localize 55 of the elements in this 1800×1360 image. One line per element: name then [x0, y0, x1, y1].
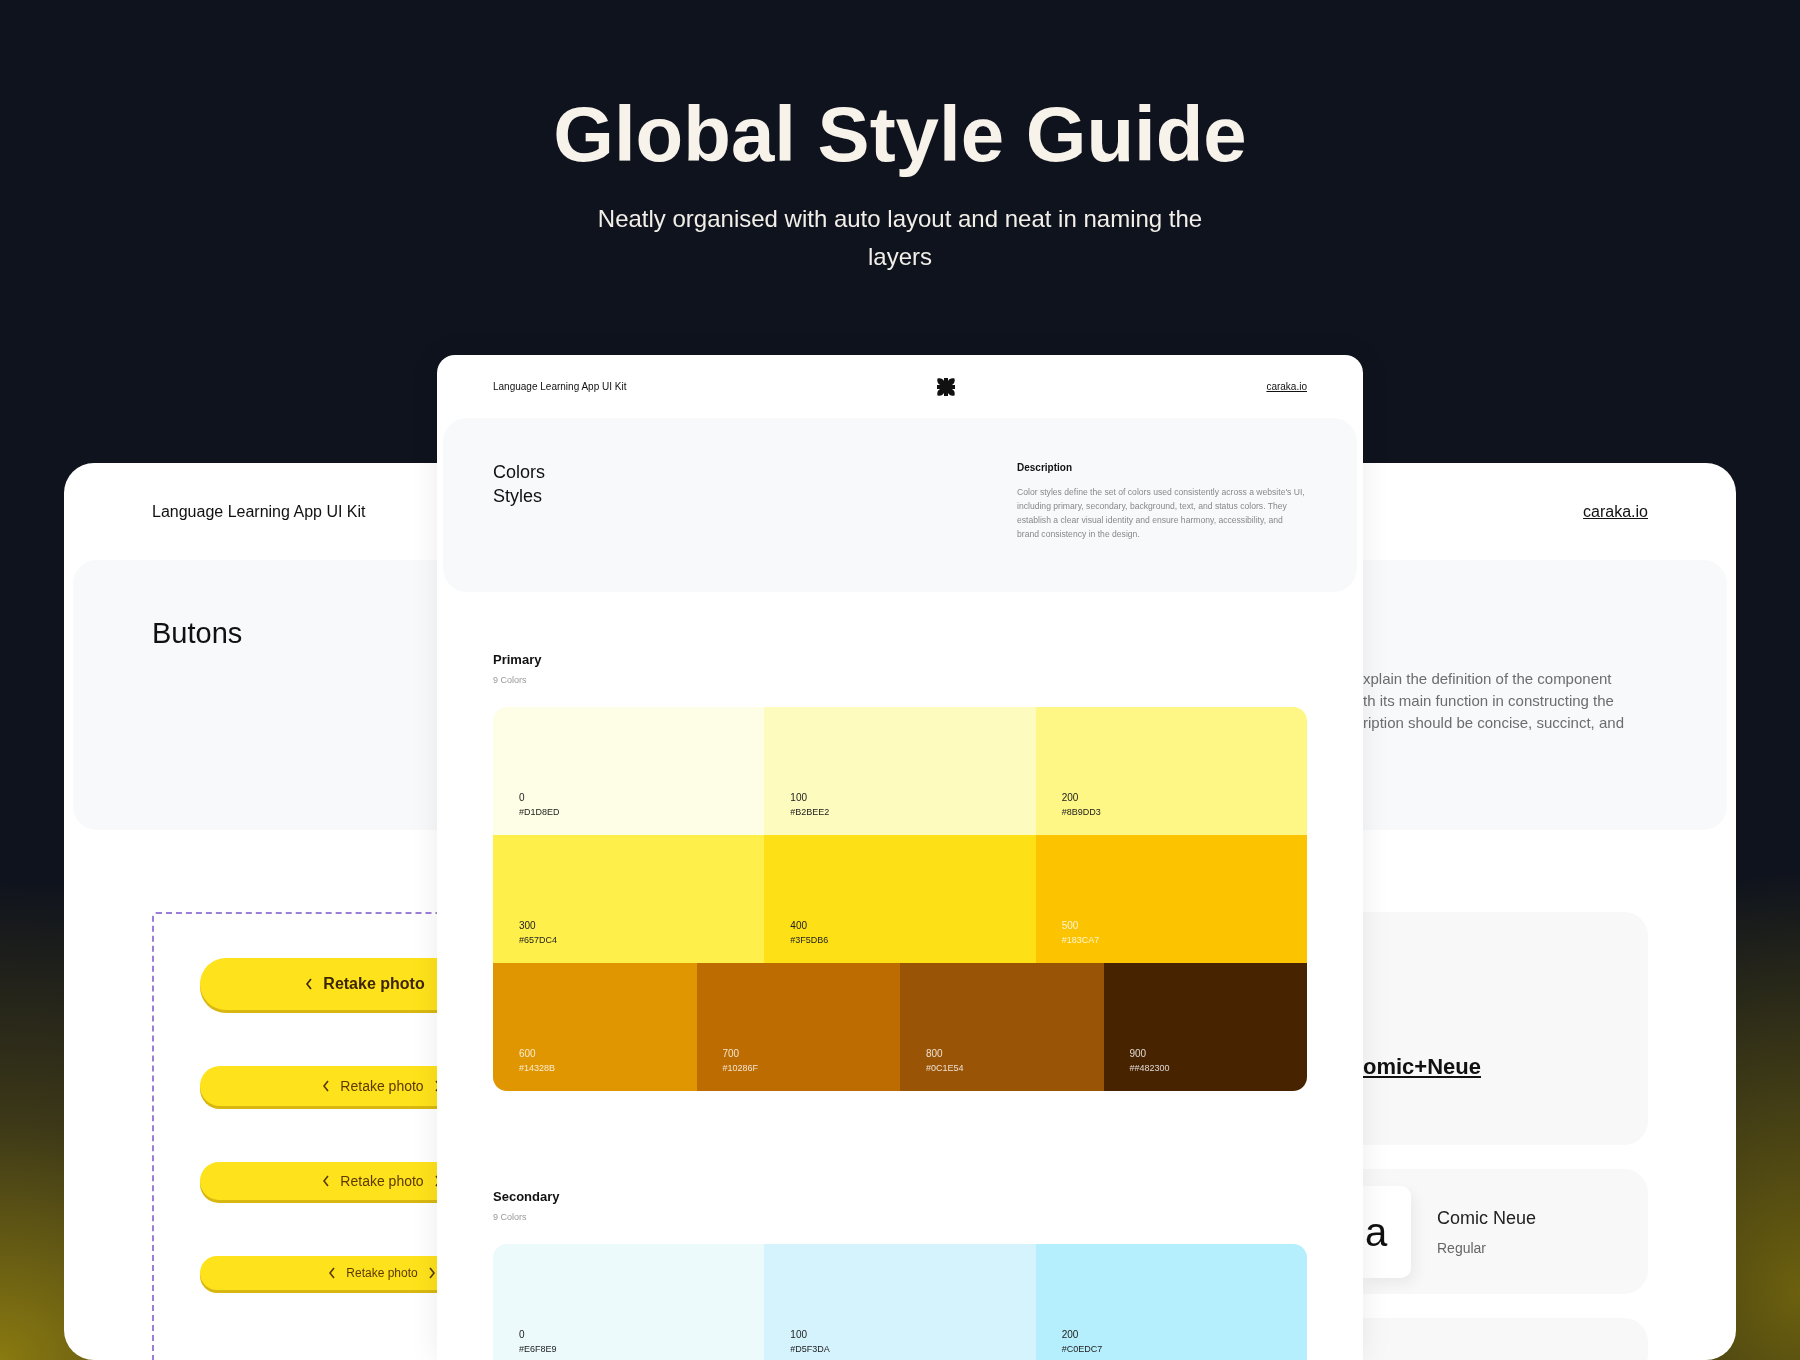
swatch-step: 300 [519, 919, 739, 933]
swatch-hex: ##482300 [1129, 1062, 1171, 1075]
description-heading: Description [1017, 461, 1073, 475]
font-link[interactable]: omic+Neue [1363, 1050, 1481, 1083]
palette-title: Secondary [493, 1188, 561, 1206]
retake-button[interactable]: Retake photo [200, 958, 437, 1010]
swatch-step: 100 [790, 1328, 1010, 1342]
description-line: ription should be concise, succinct, and [1363, 713, 1625, 733]
kit-name: Language Learning App UI Kit [493, 380, 627, 394]
swatch-hex: #10286F [722, 1062, 760, 1075]
swatch-step: 200 [1061, 1328, 1281, 1342]
site-link[interactable]: caraka.io [1583, 499, 1648, 524]
swatch-hex: #657DC4 [519, 934, 559, 947]
swatch-step: 400 [790, 919, 1010, 933]
swatch-step: 600 [519, 1047, 671, 1061]
swatch-hex: #D5F3DA [790, 1343, 831, 1356]
kit-name: Language Learning App UI Kit [152, 501, 366, 522]
swatch-hex: #E6F8E9 [519, 1343, 558, 1356]
swatch-step: 100 [790, 791, 1010, 805]
palette-title: Primary [493, 651, 543, 669]
swatch-step: 800 [926, 1047, 1078, 1061]
description-line: xplain the definition of the component [1363, 669, 1613, 689]
swatch-hex: #8B9DD3 [1061, 806, 1102, 819]
chevron-left-icon [322, 1175, 331, 1187]
description-text: Color styles define the set of colors used consistently across a website's UI, including primary, secondary, background, text, and status colors. They establish a clear visual identity and ensure harmony, accessibility, and brand consistency in the design. [1017, 486, 1306, 541]
site-link[interactable]: caraka.io [1266, 379, 1307, 394]
chevron-left-icon [305, 978, 314, 990]
retake-button[interactable]: Retake photo [200, 1066, 437, 1106]
retake-button[interactable]: Retake photo [200, 1162, 437, 1200]
retake-button[interactable]: Retake photo [200, 1256, 437, 1290]
section-title: Colors Styles [493, 461, 546, 508]
swatch-step: 0 [519, 791, 739, 805]
font-name: Comic Neue [1437, 1206, 1537, 1230]
swatch-hex: #D1D8ED [519, 806, 561, 819]
color-count: 9 Colors [493, 673, 528, 687]
chevron-left-icon [322, 1080, 331, 1092]
page-title: Global Style Guide [552, 92, 1248, 178]
swatch-hex: #C0EDC7 [1061, 1343, 1104, 1356]
swatch-hex: #183CA7 [1061, 934, 1101, 947]
swatch-hex: #B2BEE2 [790, 806, 831, 819]
section-title: Butons [151, 616, 244, 651]
font-weight: Regular [1437, 1238, 1488, 1258]
swatch-step: 700 [722, 1047, 874, 1061]
swatch-step: 900 [1129, 1047, 1281, 1061]
swatch-step: 200 [1061, 791, 1281, 805]
description-line: th its main function in constructing the [1363, 691, 1615, 711]
swatch-step: 500 [1061, 919, 1281, 933]
swatch-hex: #3F5DB6 [790, 934, 830, 947]
page-subtitle: Neatly organised with auto layout and neat in naming the layers [596, 203, 1204, 272]
swatch-hex: #14328B [519, 1062, 557, 1075]
color-count: 9 Colors [493, 1210, 528, 1224]
swatch-hex: #0C1E54 [926, 1062, 965, 1075]
swatch-step: 0 [519, 1328, 739, 1342]
glyph-sample: a [1363, 1185, 1411, 1278]
chevron-left-icon [328, 1267, 337, 1279]
